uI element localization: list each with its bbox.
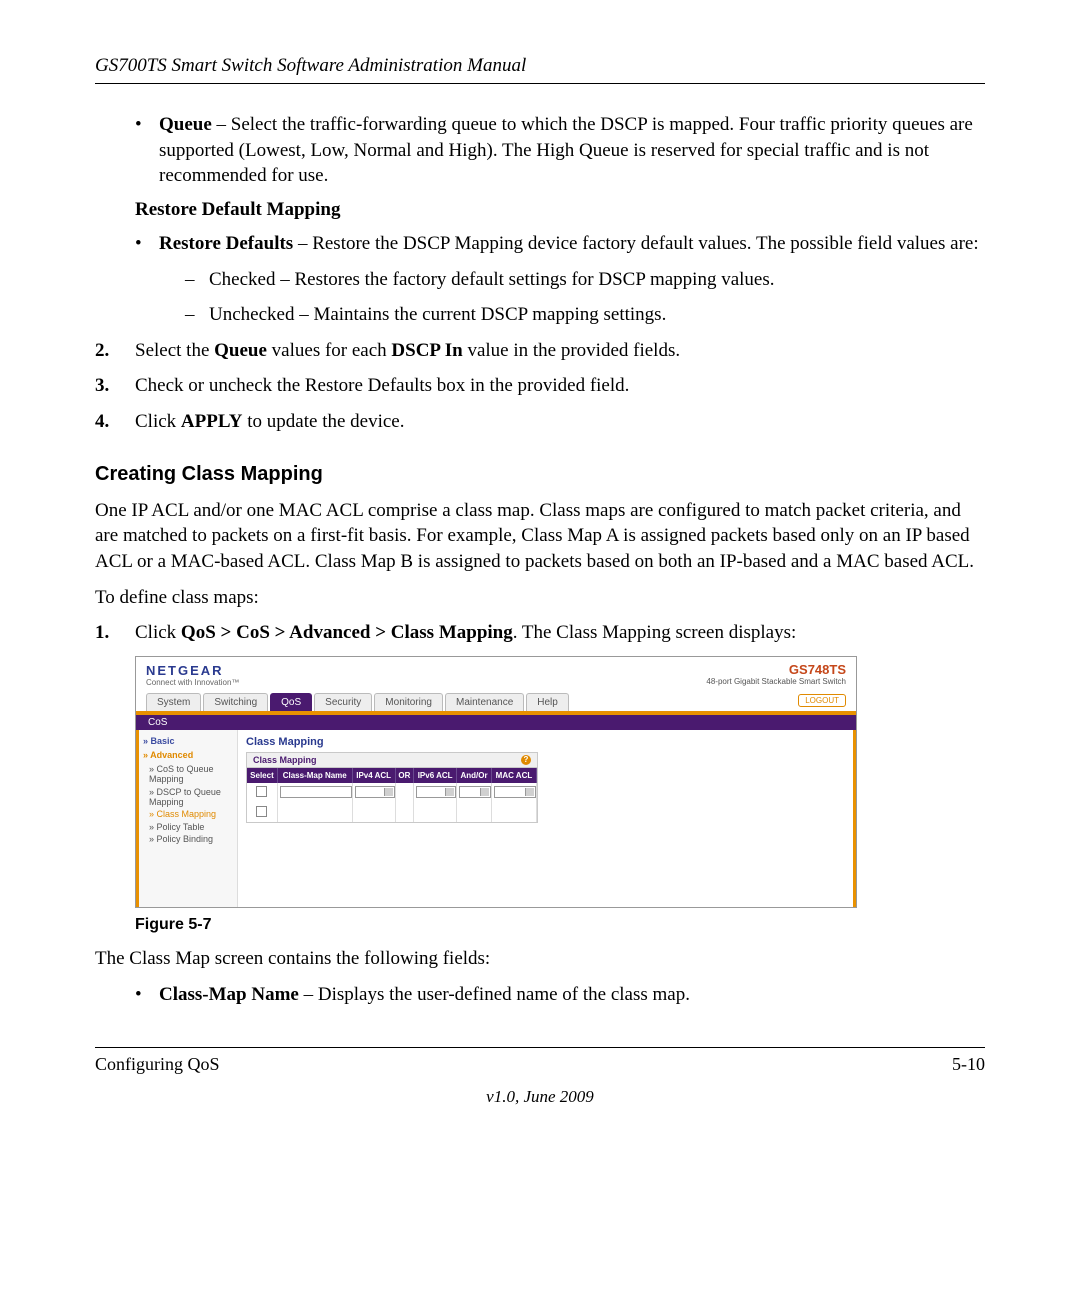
footer-center: v1.0, June 2009 [95, 1087, 985, 1107]
table-row [247, 783, 537, 803]
tab-system[interactable]: System [146, 693, 201, 711]
class-mapping-table: SelectClass-Map NameIPv4 ACLORIPv6 ACLAn… [247, 768, 537, 822]
column-header: Class-Map Name [277, 768, 352, 783]
footer-left: Configuring QoS [95, 1054, 220, 1075]
restore-desc: – Restore the DSCP Mapping device factor… [293, 233, 978, 254]
tab-qos[interactable]: QoS [270, 693, 312, 711]
sidenav-section-advanced[interactable]: » Advanced [143, 750, 233, 760]
side-nav: » Basic » Advanced » CoS to Queue Mappin… [139, 730, 238, 908]
sidenav-advanced-label: Advanced [150, 750, 193, 760]
dash-checked: – Checked – Restores the factory default… [185, 267, 985, 293]
sidenav-item[interactable]: » Policy Binding [149, 834, 233, 844]
queue-label: Queue [159, 114, 212, 135]
mac-acl-select[interactable] [494, 786, 536, 798]
checked-text: Checked – Restores the factory default s… [209, 267, 774, 293]
footer-right: 5-10 [952, 1054, 985, 1075]
step4-text-c: to update the device. [243, 411, 405, 432]
model-name: GS748TS [706, 663, 846, 677]
step-3: 3. Check or uncheck the Restore Defaults… [95, 373, 985, 399]
panel-box-title: Class Mapping [253, 755, 317, 765]
column-header: OR [395, 768, 413, 783]
row-checkbox[interactable] [256, 806, 267, 817]
tab-security[interactable]: Security [314, 693, 372, 711]
step4-bold-apply: APPLY [181, 411, 243, 432]
step2-bold-queue: Queue [214, 340, 267, 361]
sidenav-item[interactable]: » DSCP to Queue Mapping [149, 787, 233, 808]
class-map-name-input[interactable] [280, 786, 352, 798]
step1-text-a: Click [135, 622, 181, 643]
step-number: 2. [95, 338, 135, 364]
step-number: 3. [95, 373, 135, 399]
step3-text: Check or uncheck the Restore Defaults bo… [135, 373, 629, 399]
step-number: 4. [95, 409, 135, 435]
column-header: IPv4 ACL [352, 768, 395, 783]
header-rule [95, 83, 985, 84]
help-icon[interactable]: ? [521, 755, 531, 765]
section-heading-class-mapping: Creating Class Mapping [95, 463, 985, 486]
bullet-dot-icon: • [135, 231, 159, 257]
sidenav-basic-label: Basic [151, 736, 175, 746]
dash-icon: – [185, 302, 209, 328]
ipv6-acl-select[interactable] [416, 786, 456, 798]
unchecked-text: Unchecked – Maintains the current DSCP m… [209, 302, 666, 328]
column-header: And/Or [457, 768, 492, 783]
ipv4-acl-select[interactable] [355, 786, 395, 798]
sidenav-item[interactable]: » CoS to Queue Mapping [149, 764, 233, 785]
column-header: MAC ACL [491, 768, 536, 783]
queue-desc: – Select the traffic-forwarding queue to… [159, 114, 973, 186]
step2-text-a: Select the [135, 340, 214, 361]
content-title: Class Mapping [246, 736, 845, 748]
bullet-dot-icon: • [135, 982, 159, 1008]
step1-bold-path: QoS > CoS > Advanced > Class Mapping [181, 622, 513, 643]
step2-bold-dscp: DSCP In [391, 340, 462, 361]
classmap-name-desc: – Displays the user-defined name of the … [299, 984, 690, 1005]
tab-maintenance[interactable]: Maintenance [445, 693, 524, 711]
bullet-classmap-name: • Class-Map Name – Displays the user-def… [135, 982, 985, 1008]
model-desc: 48-port Gigabit Stackable Smart Switch [706, 678, 846, 687]
step2-text-c: values for each [267, 340, 392, 361]
step-2: 2. Select the Queue values for each DSCP… [95, 338, 985, 364]
sidenav-section-basic[interactable]: » Basic [143, 736, 233, 746]
and-or-select[interactable] [459, 786, 491, 798]
restore-heading: Restore Default Mapping [135, 199, 985, 221]
figure-caption: Figure 5-7 [135, 916, 985, 934]
sidenav-item[interactable]: » Policy Table [149, 822, 233, 832]
column-header: IPv6 ACL [414, 768, 457, 783]
logout-button[interactable]: LOGOUT [798, 694, 846, 707]
bullet-queue: • Queue – Select the traffic-forwarding … [135, 112, 985, 189]
after-figure-text: The Class Map screen contains the follow… [95, 946, 985, 972]
brand-tagline: Connect with Innovation™ [146, 678, 239, 687]
section-paragraph: One IP ACL and/or one MAC ACL comprise a… [95, 498, 985, 575]
footer-rule [95, 1047, 985, 1048]
step2-text-e: value in the provided fields. [463, 340, 680, 361]
dash-icon: – [185, 267, 209, 293]
table-row [247, 803, 537, 822]
bullet-dot-icon: • [135, 112, 159, 189]
figure-class-mapping-screenshot: NETGEAR Connect with Innovation™ GS748TS… [135, 656, 857, 908]
tab-bar: SystemSwitchingQoSSecurityMonitoringMain… [136, 693, 856, 715]
tab-monitoring[interactable]: Monitoring [374, 693, 443, 711]
row-checkbox[interactable] [256, 786, 267, 797]
sidenav-item[interactable]: » Class Mapping [149, 809, 233, 819]
subtab-cos[interactable]: CoS [136, 715, 856, 730]
step-number: 1. [95, 620, 135, 646]
brand-logo: NETGEAR [146, 663, 239, 678]
document-header-title: GS700TS Smart Switch Software Administra… [95, 55, 985, 77]
to-define-text: To define class maps: [95, 585, 985, 611]
step-4: 4. Click APPLY to update the device. [95, 409, 985, 435]
restore-label: Restore Defaults [159, 233, 293, 254]
class-mapping-panel: Class Mapping ? SelectClass-Map NameIPv4… [246, 752, 538, 823]
step1-text-c: . The Class Mapping screen displays: [513, 622, 797, 643]
step4-text-a: Click [135, 411, 181, 432]
bullet-restore: • Restore Defaults – Restore the DSCP Ma… [135, 231, 985, 257]
column-header: Select [247, 768, 277, 783]
step-1: 1. Click QoS > CoS > Advanced > Class Ma… [95, 620, 985, 646]
tab-help[interactable]: Help [526, 693, 569, 711]
tab-switching[interactable]: Switching [203, 693, 268, 711]
classmap-name-label: Class-Map Name [159, 984, 299, 1005]
dash-unchecked: – Unchecked – Maintains the current DSCP… [185, 302, 985, 328]
